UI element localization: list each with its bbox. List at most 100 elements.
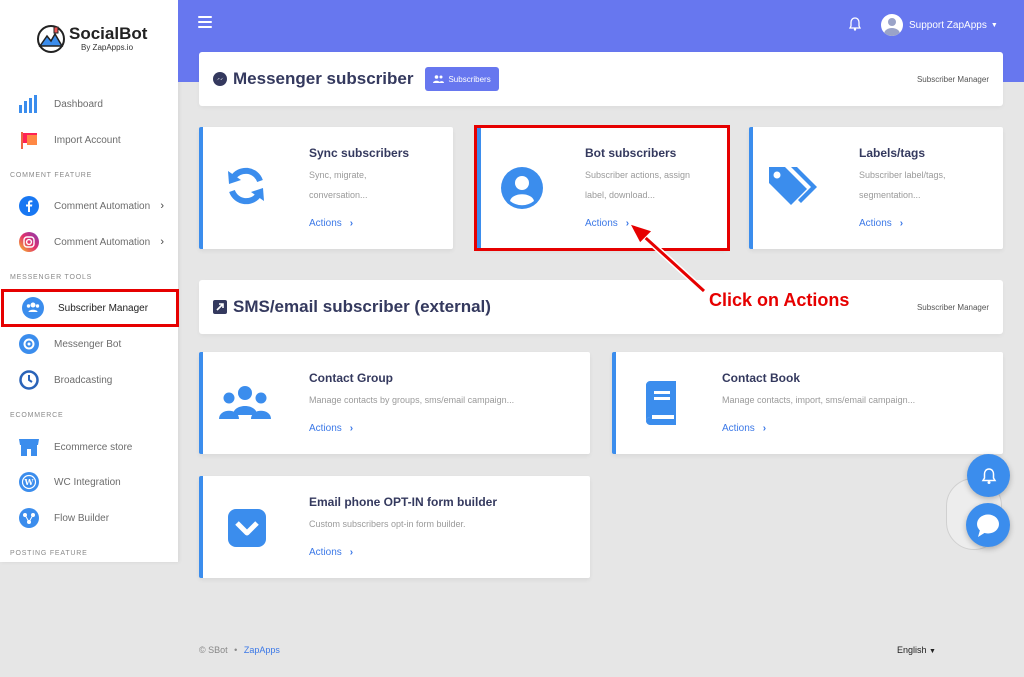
actions-link[interactable]: Actions › [859,218,903,229]
section-title: SMS/email subscriber (external) [233,297,491,316]
card-sync-subscribers: Sync subscribers Sync, migrate, conversa… [199,127,453,249]
store-icon [18,436,40,458]
sidebar-item-comment-automation-instagram[interactable]: Comment Automation › [0,224,178,260]
nav-header-messenger-tools: MESSENGER TOOLS [10,274,93,281]
actions-label: Actions [309,423,342,434]
section-title: Messenger subscriber [233,69,414,88]
instagram-icon [18,231,40,253]
tags-icon [767,161,823,211]
sidebar-item-label: Flow Builder [54,512,110,524]
sidebar-item-dashboard[interactable]: Dashboard [0,86,178,122]
gear-icon [18,333,40,355]
book-icon [638,378,682,428]
chevron-right-icon: › [160,236,164,248]
card-description-line2: label, download... [585,190,656,200]
actions-link[interactable]: Actions › [309,218,353,229]
sidebar-item-label: Comment Automation [54,236,151,248]
user-circle-icon [499,165,545,211]
chevron-square-icon [225,506,269,550]
card-title: Contact Group [309,371,393,385]
actions-link[interactable]: Actions › [309,423,353,434]
messenger-icon [213,72,227,86]
language-selector[interactable]: English ▼ [897,645,936,655]
sidebar-item-comment-automation-facebook[interactable]: Comment Automation › [0,188,178,224]
nav-header-comment-feature: COMMENT FEATURE [10,172,93,179]
breadcrumb[interactable]: Subscriber Manager [917,75,989,84]
sidebar-item-flow-builder[interactable]: Flow Builder [0,500,178,536]
messenger-section-header: Messenger subscriber Subscribers Subscri… [199,52,1003,106]
actions-link[interactable]: Actions › [309,547,353,558]
users-icon [433,75,445,83]
sidebar-item-label: Subscriber Manager [58,302,149,314]
actions-label: Actions [309,218,342,229]
annotation-callout: Click on Actions [709,290,850,310]
copyright-text: © SBot [199,645,228,655]
language-label: English [897,645,927,655]
external-section-header: SMS/email subscriber (external) Subscrib… [199,280,1003,334]
wordpress-icon: W [18,471,40,493]
sidebar-item-messenger-bot[interactable]: Messenger Bot [0,326,178,362]
chevron-right-icon: › [349,423,354,434]
sidebar-item-import-account[interactable]: Import Account [0,122,178,158]
bell-icon [981,467,996,484]
breadcrumb[interactable]: Subscriber Manager [917,303,989,312]
flag-icon [18,129,40,151]
card-contact-group: Contact Group Manage contacts by groups,… [199,352,590,454]
actions-link[interactable]: Actions › [722,423,766,434]
notification-fab[interactable] [967,454,1010,497]
nav-header-posting-feature: POSTING FEATURE [10,550,88,557]
sidebar-item-label: Messenger Bot [54,338,122,350]
card-description: Manage contacts by groups, sms/email cam… [309,395,515,405]
sidebar-item-subscriber-manager[interactable]: Subscriber Manager [1,289,179,327]
card-description-line2: segmentation... [859,190,921,200]
subscribers-button-label: Subscribers [448,74,491,84]
users-group-icon [217,380,273,426]
chevron-right-icon: › [349,218,354,229]
chevron-right-icon: › [349,547,354,558]
card-labels-tags: Labels/tags Subscriber label/tags, segme… [749,127,1003,249]
chevron-right-icon: › [899,218,904,229]
sidebar-item-ecommerce-store[interactable]: Ecommerce store [0,429,178,465]
sidebar-item-label: Ecommerce store [54,441,133,453]
sidebar-item-label: Import Account [54,134,121,146]
actions-label: Actions [309,547,342,558]
brand[interactable]: SocialBot By ZapApps.io [36,24,147,54]
card-title: Email phone OPT-IN form builder [309,495,498,509]
card-title: Sync subscribers [309,146,410,160]
bell-icon[interactable] [848,17,862,36]
caret-down-icon: ▼ [929,648,936,655]
sidebar-item-label: Dashboard [54,98,103,110]
card-title: Bot subscribers [585,146,677,160]
sidebar-item-label: Broadcasting [54,374,113,386]
card-contact-book: Contact Book Manage contacts, import, sm… [612,352,1003,454]
brand-logo-icon [37,25,65,53]
user-name: Support ZapApps [909,19,987,31]
card-description-line2: conversation... [309,190,368,200]
chat-fab[interactable] [966,503,1010,547]
brand-sub: By ZapApps.io [81,43,134,52]
chevron-right-icon: › [160,200,164,212]
card-description-line1: Sync, migrate, [309,170,367,180]
annotation-arrow [628,223,707,294]
footer-link[interactable]: ZapApps [244,645,280,655]
sidebar-item-broadcasting[interactable]: Broadcasting [0,362,178,398]
user-menu[interactable]: Support ZapApps ▼ [881,14,998,36]
sidebar-item-wc-integration[interactable]: W WC Integration [0,464,178,500]
card-description: Manage contacts, import, sms/email campa… [722,395,916,405]
clock-icon [18,369,40,391]
sidebar-item-label: WC Integration [54,476,121,488]
svg-text:W: W [24,477,35,487]
users-icon [22,297,44,319]
brand-name: SocialBot [69,24,148,43]
card-title: Labels/tags [859,146,926,160]
subscribers-button[interactable]: Subscribers [425,67,499,91]
actions-label: Actions [722,423,755,434]
sync-icon [221,161,271,211]
hamburger-menu-icon[interactable] [198,16,212,30]
flow-icon [18,507,40,529]
avatar [881,14,903,36]
bar-chart-icon [18,93,40,115]
chat-bubble-icon [977,514,999,537]
dot-separator: • [234,645,238,655]
sidebar-item-label: Comment Automation [54,200,151,212]
